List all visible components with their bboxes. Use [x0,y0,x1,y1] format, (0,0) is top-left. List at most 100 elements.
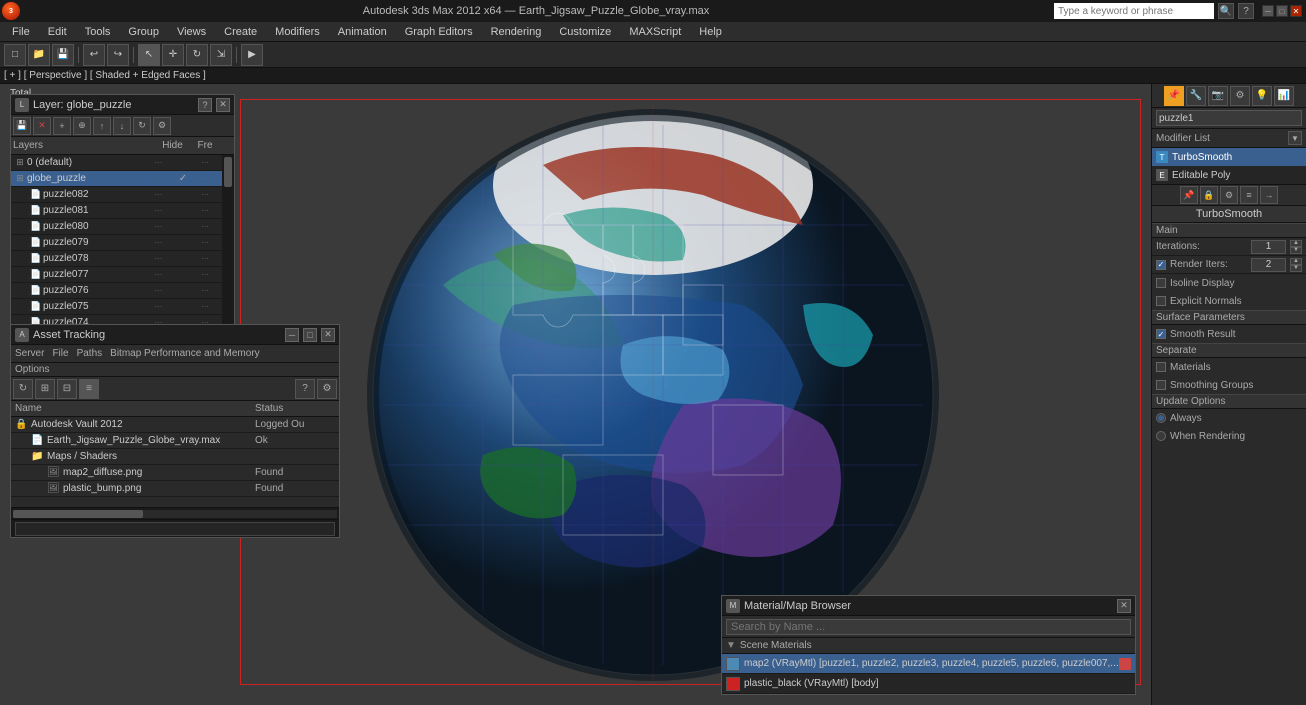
tab-camera[interactable]: 📷 [1208,86,1228,106]
isoline-check[interactable] [1156,278,1166,288]
asset-menu-paths[interactable]: Paths [77,348,103,359]
layer-check[interactable]: ✓ [176,173,190,184]
layer-save-btn[interactable]: 💾 [13,117,31,135]
layer-item[interactable]: 📄puzzle078······ [11,251,222,267]
menu-file[interactable]: File [4,22,38,42]
asset-refresh-btn[interactable]: ↻ [13,379,33,399]
tab-light[interactable]: 💡 [1252,86,1272,106]
render-iters-spinner[interactable]: ▲ ▼ [1290,258,1302,272]
asset-menu-file[interactable]: File [52,348,68,359]
mod-list-btn[interactable]: ≡ [1240,186,1258,204]
mod-config-btn[interactable]: ⚙ [1220,186,1238,204]
asset-menu-bitmap[interactable]: Bitmap Performance and Memory [110,348,260,359]
layer-down-btn[interactable]: ↓ [113,117,131,135]
iterations-value[interactable]: 1 [1251,240,1286,254]
layer-delete-btn[interactable]: ✕ [33,117,51,135]
menu-modifiers[interactable]: Modifiers [267,22,328,42]
mat-item[interactable]: plastic_black (VRayMtl) [body] [722,674,1135,694]
mat-item[interactable]: map2 (VRayMtl) [puzzle1, puzzle2, puzzle… [722,654,1135,674]
layer-up-btn[interactable]: ↑ [93,117,111,135]
render-button[interactable]: ▶ [241,44,263,66]
layer-item[interactable]: 📄puzzle075······ [11,299,222,315]
restore-button[interactable]: □ [1276,5,1288,17]
asset-panel-header[interactable]: A Asset Tracking ─ □ ✕ [11,325,339,345]
layer-help-button[interactable]: ? [198,98,212,112]
close-button[interactable]: ✕ [1290,5,1302,17]
menu-help[interactable]: Help [691,22,730,42]
tab-graph[interactable]: 📊 [1274,86,1294,106]
minimize-button[interactable]: ─ [1262,5,1274,17]
when-rendering-radio[interactable] [1156,431,1166,441]
asset-item[interactable]: 🔒Autodesk Vault 2012Logged Ou [11,417,339,433]
layer-close-button[interactable]: ✕ [216,98,230,112]
explicit-normals-check[interactable] [1156,296,1166,306]
menu-create[interactable]: Create [216,22,265,42]
smooth-result-check[interactable] [1156,329,1166,339]
layer-add-btn[interactable]: + [53,117,71,135]
asset-item[interactable]: 🖼plastic_bump.pngFound [11,481,339,497]
asset-settings-btn[interactable]: ⚙ [317,379,337,399]
open-button[interactable]: 📁 [28,44,50,66]
render-iters-value[interactable]: 2 [1251,258,1286,272]
object-name-input[interactable] [1156,110,1302,126]
mod-pin-btn[interactable]: 📌 [1180,186,1198,204]
menu-rendering[interactable]: Rendering [483,22,550,42]
asset-item[interactable]: 📁Maps / Shaders [11,449,339,465]
new-button[interactable]: □ [4,44,26,66]
move-button[interactable]: ✛ [162,44,184,66]
mat-close-btn[interactable]: ✕ [1117,599,1131,613]
modifier-dropdown-btn[interactable]: ▼ [1288,131,1302,145]
layer-item[interactable]: 📄puzzle079······ [11,235,222,251]
layer-item[interactable]: 📄puzzle081······ [11,203,222,219]
tab-gear[interactable]: ⚙ [1230,86,1250,106]
asset-help-btn[interactable]: ? [295,379,315,399]
scale-button[interactable]: ⇲ [210,44,232,66]
asset-list-btn[interactable]: ≡ [79,379,99,399]
asset-hscroll[interactable] [11,507,339,519]
select-button[interactable]: ↖ [138,44,160,66]
layer-item[interactable]: ⊞globe_puzzle···✓··· [11,171,222,187]
asset-list[interactable]: 🔒Autodesk Vault 2012Logged Ou📄Earth_Jigs… [11,417,339,507]
smoothing-groups-check[interactable] [1156,380,1166,390]
menu-maxscript[interactable]: MAXScript [621,22,689,42]
mod-arrow-btn[interactable]: → [1260,186,1278,204]
layer-settings-btn[interactable]: ⚙ [153,117,171,135]
render-iters-check[interactable] [1156,260,1166,270]
layer-item[interactable]: 📄puzzle077······ [11,267,222,283]
asset-minimize-btn[interactable]: ─ [285,328,299,342]
asset-close-btn[interactable]: ✕ [321,328,335,342]
layer-item[interactable]: 📄puzzle080······ [11,219,222,235]
modifier-editpoly[interactable]: E Editable Poly [1152,166,1306,184]
asset-collapse-btn[interactable]: ⊟ [57,379,77,399]
iterations-spinner[interactable]: ▲ ▼ [1290,240,1302,254]
menu-animation[interactable]: Animation [330,22,395,42]
asset-restore-btn[interactable]: □ [303,328,317,342]
asset-item[interactable]: 🖼map2_diffuse.pngFound [11,465,339,481]
modifier-turbsmooth[interactable]: T TurboSmooth [1152,148,1306,166]
tab-pin[interactable]: 📌 [1164,86,1184,106]
materials-check[interactable] [1156,362,1166,372]
layer-item[interactable]: ⊞0 (default)······ [11,155,222,171]
layer-merge-btn[interactable]: ⊕ [73,117,91,135]
layer-item[interactable]: 📄puzzle076······ [11,283,222,299]
help-icon[interactable]: ? [1238,3,1254,19]
asset-item[interactable]: 📄Earth_Jigsaw_Puzzle_Globe_vray.maxOk [11,433,339,449]
menu-group[interactable]: Group [120,22,167,42]
menu-graph editors[interactable]: Graph Editors [397,22,481,42]
undo-button[interactable]: ↩ [83,44,105,66]
mat-browser-header[interactable]: M Material/Map Browser ✕ [722,596,1135,616]
search-icon[interactable]: 🔍 [1218,3,1234,19]
save-button[interactable]: 💾 [52,44,74,66]
redo-button[interactable]: ↪ [107,44,129,66]
menu-views[interactable]: Views [169,22,214,42]
menu-customize[interactable]: Customize [551,22,619,42]
layer-scrollbar-thumb[interactable] [224,157,232,187]
always-radio[interactable] [1156,413,1166,423]
layer-item[interactable]: 📄puzzle082······ [11,187,222,203]
layer-refresh-btn[interactable]: ↻ [133,117,151,135]
asset-menu-server[interactable]: Server [15,348,44,359]
search-input[interactable] [1054,3,1214,19]
menu-edit[interactable]: Edit [40,22,75,42]
rotate-button[interactable]: ↻ [186,44,208,66]
asset-expand-btn[interactable]: ⊞ [35,379,55,399]
